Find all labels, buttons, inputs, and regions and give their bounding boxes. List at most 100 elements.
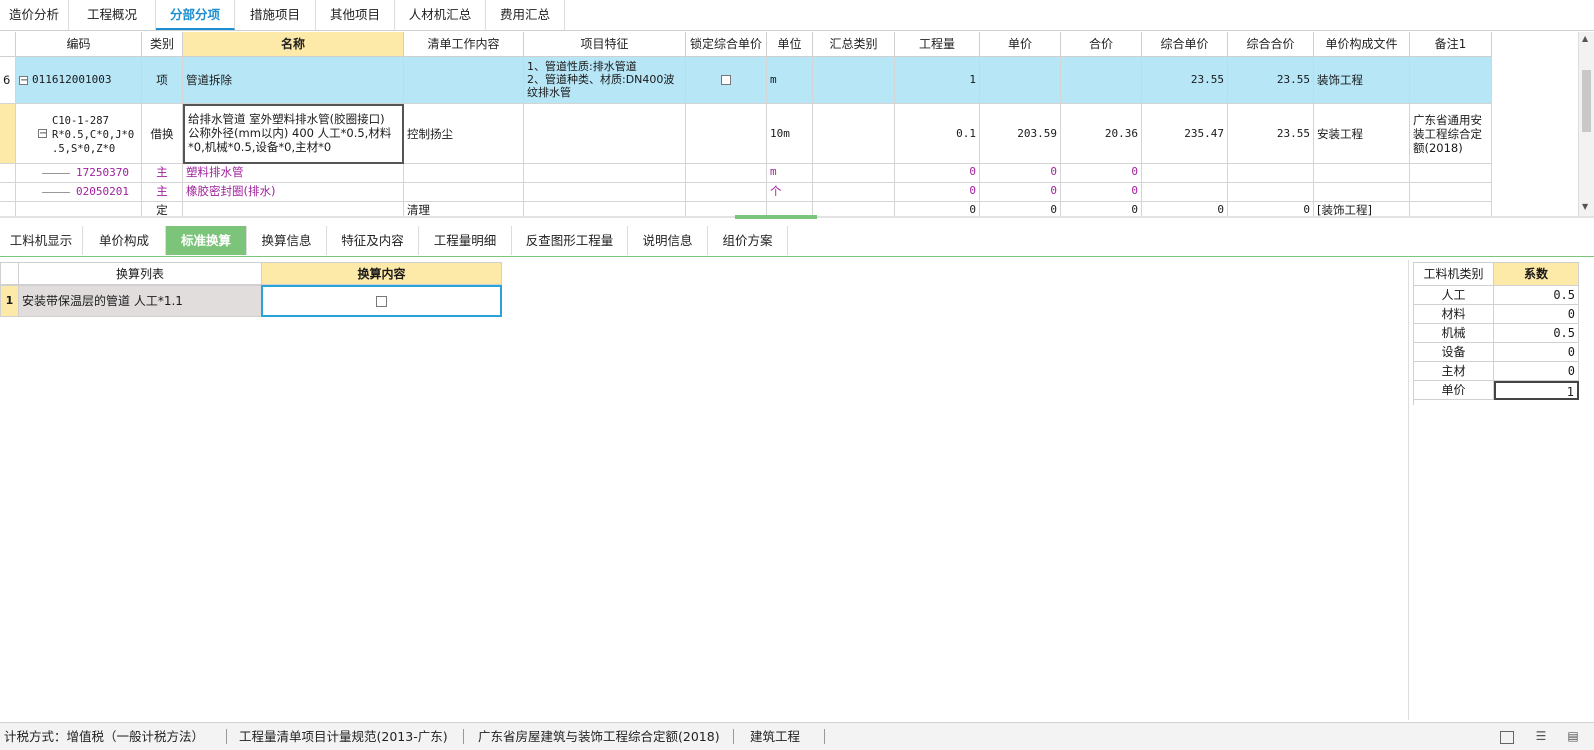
type-cell[interactable]: 项	[142, 57, 183, 104]
unit-cell[interactable]: m	[767, 57, 813, 104]
tab-fee-summary[interactable]: 费用汇总	[486, 0, 565, 30]
unit-price-cell[interactable]: 203.59	[980, 104, 1061, 164]
price-file-cell[interactable]	[1314, 164, 1410, 183]
tab-other-items[interactable]: 其他项目	[316, 0, 395, 30]
name-cell-editing[interactable]: 给排水管道 室外塑料排水管(胶圈接口) 公称外径(mm以内) 400 人工*0.…	[183, 104, 404, 164]
total-cell[interactable]: 0	[1061, 164, 1142, 183]
tab-description[interactable]: 说明信息	[628, 226, 708, 255]
col-header-summary-category[interactable]: 汇总类别	[813, 32, 895, 57]
comprehensive-price-cell[interactable]: 23.55	[1142, 57, 1228, 104]
feature-cell[interactable]	[524, 164, 686, 183]
code-cell[interactable]: 17250370	[16, 164, 142, 183]
coefficient-labor-input[interactable]: 0.5	[1494, 286, 1579, 305]
col-header-unit-price[interactable]: 单价	[980, 32, 1061, 57]
total-cell[interactable]: 0	[1061, 202, 1142, 216]
work-content-cell[interactable]	[404, 57, 524, 104]
locked-price-cell[interactable]	[686, 164, 767, 183]
col-header-total[interactable]: 合价	[1061, 32, 1142, 57]
scroll-up-icon[interactable]: ▲	[1582, 34, 1588, 43]
tab-features-content[interactable]: 特征及内容	[327, 226, 419, 255]
col-header-locked-price[interactable]: 锁定综合单价	[686, 32, 767, 57]
tab-sub-items[interactable]: 分部分项	[156, 0, 235, 30]
lock-price-checkbox[interactable]	[721, 75, 731, 85]
name-cell[interactable]: 管道拆除	[183, 57, 404, 104]
tab-conversion-info[interactable]: 换算信息	[247, 226, 327, 255]
unit-price-cell[interactable]: 0	[980, 183, 1061, 202]
col-header-name[interactable]: 名称	[183, 32, 404, 57]
tab-reverse-lookup[interactable]: 反查图形工程量	[512, 226, 628, 255]
note-cell[interactable]	[1410, 183, 1492, 202]
feature-cell[interactable]: 1、管道性质:排水管道 2、管道种类、材质:DN400波纹排水管	[524, 57, 686, 104]
comprehensive-total-cell[interactable]	[1228, 183, 1314, 202]
tab-quantity-details[interactable]: 工程量明细	[419, 226, 512, 255]
unit-cell[interactable]: 10m	[767, 104, 813, 164]
tab-standard-conversion[interactable]: 标准换算	[166, 226, 247, 255]
summary-category-cell[interactable]	[813, 202, 895, 216]
comprehensive-price-cell[interactable]	[1142, 183, 1228, 202]
col-header-code[interactable]: 编码	[16, 32, 142, 57]
comprehensive-price-cell[interactable]: 235.47	[1142, 104, 1228, 164]
collapse-icon[interactable]: −	[19, 75, 28, 85]
comprehensive-price-cell[interactable]	[1142, 164, 1228, 183]
quantity-cell[interactable]: 0	[895, 183, 980, 202]
conversion-item[interactable]: 安装带保温层的管道 人工*1.1	[18, 285, 262, 317]
comprehensive-price-cell[interactable]: 0	[1142, 202, 1228, 216]
feature-cell[interactable]	[524, 183, 686, 202]
unit-price-cell[interactable]: 0	[980, 164, 1061, 183]
price-file-cell[interactable]	[1314, 183, 1410, 202]
name-cell[interactable]: 橡胶密封圈(排水)	[183, 183, 404, 202]
col-header-material-category[interactable]: 工料机类别	[1414, 263, 1494, 286]
type-cell[interactable]: 主	[142, 164, 183, 183]
col-header-features[interactable]: 项目特征	[524, 32, 686, 57]
price-file-cell[interactable]: 安装工程	[1314, 104, 1410, 164]
coefficient-material-input[interactable]: 0	[1494, 305, 1579, 324]
table-row[interactable]: − C10-1-287 R*0.5,C*0,J*0 .5,S*0,Z*0 借换 …	[0, 104, 1492, 164]
col-header-note[interactable]: 备注1	[1410, 32, 1492, 57]
comprehensive-total-cell[interactable]: 0	[1228, 202, 1314, 216]
comprehensive-total-cell[interactable]: 23.55	[1228, 57, 1314, 104]
locked-price-cell[interactable]	[686, 183, 767, 202]
col-header-coefficient[interactable]: 系数	[1494, 263, 1579, 286]
scroll-thumb[interactable]	[1582, 70, 1591, 132]
table-row[interactable]: 定 清理 0 0 0 0 0 [装饰工程]	[0, 202, 1492, 216]
tab-labor-material-display[interactable]: 工料机显示	[0, 226, 83, 255]
price-file-cell[interactable]: [装饰工程]	[1314, 202, 1410, 216]
scroll-down-icon[interactable]: ▼	[1582, 202, 1588, 211]
coefficient-equipment-input[interactable]: 0	[1494, 343, 1579, 362]
work-content-cell[interactable]: 控制扬尘	[404, 104, 524, 164]
tab-cost-analysis[interactable]: 造价分析	[0, 0, 69, 30]
feature-cell[interactable]	[524, 202, 686, 216]
col-header-quantity[interactable]: 工程量	[895, 32, 980, 57]
tab-unit-price-composition[interactable]: 单价构成	[83, 226, 166, 255]
code-cell[interactable]: − C10-1-287 R*0.5,C*0,J*0 .5,S*0,Z*0	[16, 104, 142, 164]
summary-category-cell[interactable]	[813, 57, 895, 104]
comprehensive-total-cell[interactable]: 23.55	[1228, 104, 1314, 164]
col-header-unit[interactable]: 单位	[767, 32, 813, 57]
coefficient-main-material-input[interactable]: 0	[1494, 362, 1579, 381]
splitter-handle[interactable]	[735, 215, 817, 219]
table-row[interactable]: 17250370 主 塑料排水管 m 0 0 0	[0, 164, 1492, 183]
col-header-type[interactable]: 类别	[142, 32, 183, 57]
col-header-work-content[interactable]: 清单工作内容	[404, 32, 524, 57]
unit-cell[interactable]: m	[767, 164, 813, 183]
col-header-comprehensive-price[interactable]: 综合单价	[1142, 32, 1228, 57]
note-cell[interactable]: 广东省通用安装工程综合定额(2018)	[1410, 104, 1492, 164]
summary-category-cell[interactable]	[813, 104, 895, 164]
type-cell[interactable]: 定	[142, 202, 183, 216]
comprehensive-total-cell[interactable]	[1228, 164, 1314, 183]
note-cell[interactable]	[1410, 164, 1492, 183]
feature-cell[interactable]	[524, 104, 686, 164]
tab-project-overview[interactable]: 工程概况	[69, 0, 156, 30]
unit-cell[interactable]: 个	[767, 183, 813, 202]
table-row[interactable]: 6 − 011612001003 项 管道拆除 1、管道性质:排水管道 2、管道…	[0, 57, 1492, 104]
name-cell[interactable]: 塑料排水管	[183, 164, 404, 183]
col-header-comprehensive-total[interactable]: 综合合价	[1228, 32, 1314, 57]
total-cell[interactable]: 20.36	[1061, 104, 1142, 164]
col-header-price-file[interactable]: 单价构成文件	[1314, 32, 1410, 57]
locked-price-cell[interactable]	[686, 202, 767, 216]
coefficient-unit-price-input[interactable]: 1	[1494, 381, 1579, 400]
note-cell[interactable]	[1410, 57, 1492, 104]
col-header-conversion-list[interactable]: 换算列表	[18, 262, 262, 285]
work-content-cell[interactable]	[404, 164, 524, 183]
tab-measures[interactable]: 措施项目	[235, 0, 316, 30]
